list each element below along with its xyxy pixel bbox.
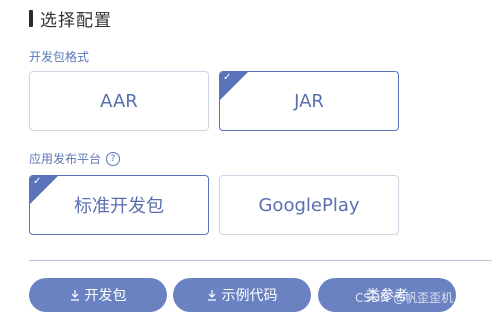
question-icon[interactable]: ? xyxy=(106,151,121,166)
section-title: 选择配置 xyxy=(40,10,112,31)
watermark: CSDN @帆歪歪机 xyxy=(355,291,454,305)
download-sdk-button[interactable]: 开发包 xyxy=(29,278,167,312)
option-aar[interactable]: AAR xyxy=(29,71,209,131)
download-icon xyxy=(70,290,79,301)
option-googleplay[interactable]: GooglePlay xyxy=(219,175,399,235)
package-format-label: 开发包格式 xyxy=(29,48,89,65)
download-sdk-label: 开发包 xyxy=(84,288,127,304)
download-icon xyxy=(207,290,216,301)
sample-code-label: 示例代码 xyxy=(221,288,278,304)
divider xyxy=(29,260,492,261)
section-header: 选择配置 xyxy=(29,7,112,31)
option-aar-label: AAR xyxy=(100,90,138,112)
option-standard-package[interactable]: ✓ 标准开发包 xyxy=(29,175,209,235)
option-jar-label: JAR xyxy=(294,90,324,112)
sample-code-button[interactable]: 示例代码 xyxy=(173,278,311,312)
option-standard-package-label: 标准开发包 xyxy=(74,196,164,217)
option-jar[interactable]: ✓ JAR xyxy=(219,71,399,131)
check-icon: ✓ xyxy=(223,72,232,83)
check-icon: ✓ xyxy=(33,176,42,187)
option-googleplay-label: GooglePlay xyxy=(258,194,360,216)
package-format-label-text: 开发包格式 xyxy=(29,50,90,64)
title-accent-bar xyxy=(29,9,33,27)
config-panel: 选择配置 开发包格式 AAR ✓ JAR 应用发布平台 ? ✓ 标准开发包 Go… xyxy=(0,0,492,316)
platform-label-text: 应用发布平台 xyxy=(29,152,102,166)
platform-label: 应用发布平台 ? xyxy=(29,150,121,167)
